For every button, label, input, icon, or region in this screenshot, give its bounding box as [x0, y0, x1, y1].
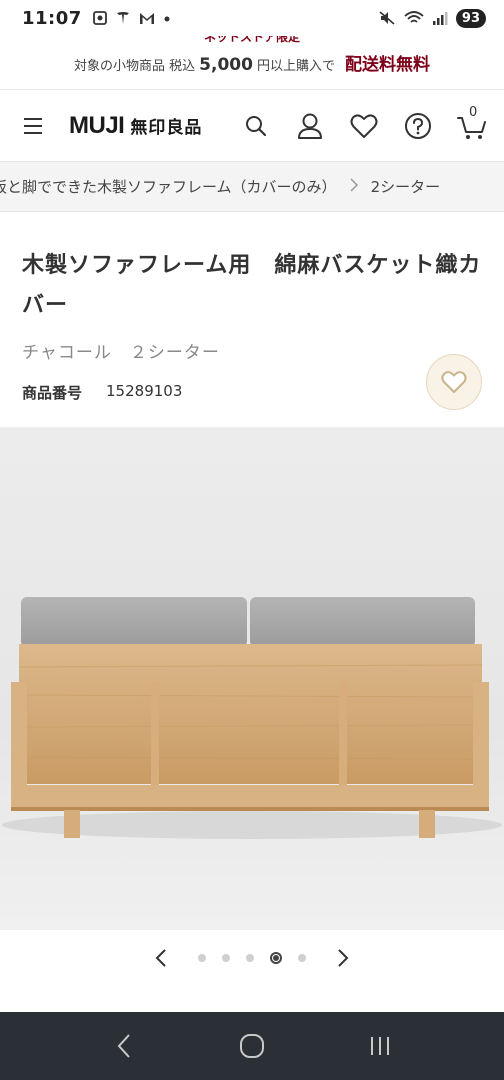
product-title: 木製ソファフレーム用 綿麻バスケット織カバー [22, 253, 482, 318]
gmail-icon [139, 13, 154, 24]
promo-highlight: 配送料無料 [344, 55, 430, 75]
status-bar: 11:07 93 [0, 0, 504, 36]
carousel-dots [198, 951, 306, 964]
account-icon[interactable] [294, 110, 326, 142]
header-actions: 0 [240, 105, 488, 142]
carousel-dot[interactable] [298, 953, 306, 962]
carousel-dot[interactable] [198, 953, 206, 962]
carousel-dot-active[interactable] [270, 951, 282, 964]
menu-icon[interactable] [22, 117, 44, 135]
heart-icon [441, 371, 467, 393]
signal-icon [432, 12, 448, 25]
wifi-icon [404, 11, 424, 23]
sofa-illustration [2, 597, 502, 839]
notification-icons [92, 10, 171, 26]
carousel-prev-button[interactable] [146, 943, 176, 973]
chevron-right-icon [349, 177, 359, 196]
add-favorite-button[interactable] [426, 354, 482, 410]
nav-recents-button[interactable] [360, 1026, 400, 1066]
cart-count: 0 [469, 104, 478, 120]
promo-top-text: ネットストア限定 [203, 36, 300, 44]
product-variant: チャコール ２シーター [22, 343, 220, 363]
image-carousel-controls [0, 935, 504, 980]
help-icon[interactable] [402, 110, 434, 142]
system-icons: 93 [378, 8, 486, 28]
site-header: MUJI 無印良品 0 [0, 90, 504, 162]
promo-suffix: 円以上購入で [256, 59, 335, 74]
site-logo[interactable]: MUJI 無印良品 [69, 112, 202, 140]
nav-home-button[interactable] [232, 1026, 272, 1066]
logo-latin: MUJI [69, 111, 125, 139]
promo-prefix: 対象の小物商品 税込 [74, 59, 196, 74]
favorite-icon[interactable] [348, 110, 380, 142]
product-code: 15289103 [106, 382, 183, 400]
cart-button[interactable]: 0 [456, 105, 488, 142]
product-code-row: 商品番号 15289103 [22, 382, 182, 403]
carousel-next-button[interactable] [328, 943, 358, 973]
chevron-left-icon [155, 948, 166, 967]
breadcrumb-item-frame[interactable]: 板と脚でできた木製ソファフレーム（カバーのみ） [0, 176, 337, 197]
carousel-dot[interactable] [222, 953, 230, 962]
home-icon [240, 1034, 264, 1058]
product-code-label: 商品番号 [22, 384, 83, 402]
chevron-right-icon [338, 948, 349, 967]
recents-icon [371, 1037, 389, 1055]
dot-icon [164, 16, 170, 22]
mute-icon [379, 11, 395, 25]
search-icon[interactable] [240, 110, 272, 142]
promo-banner[interactable]: ネットストア限定 対象の小物商品 税込 5,000 円以上購入で 配送料無料 [0, 36, 504, 90]
breadcrumb-item-2seater[interactable]: 2シーター [371, 176, 441, 197]
screen-record-icon [92, 11, 107, 25]
promo-line: 対象の小物商品 税込 5,000 円以上購入で 配送料無料 [0, 50, 504, 75]
logo-japanese: 無印良品 [130, 117, 203, 138]
status-time: 11:07 [22, 7, 82, 29]
back-icon [117, 1034, 130, 1058]
battery-indicator: 93 [455, 8, 486, 28]
carousel-dot[interactable] [246, 953, 254, 962]
product-image[interactable] [0, 427, 504, 930]
promo-amount: 5,000 [199, 55, 253, 75]
tesla-icon [116, 12, 129, 24]
breadcrumb: 板と脚でできた木製ソファフレーム（カバーのみ） 2シーター [0, 162, 504, 212]
nav-back-button[interactable] [104, 1026, 144, 1066]
system-nav-bar [0, 1012, 504, 1080]
